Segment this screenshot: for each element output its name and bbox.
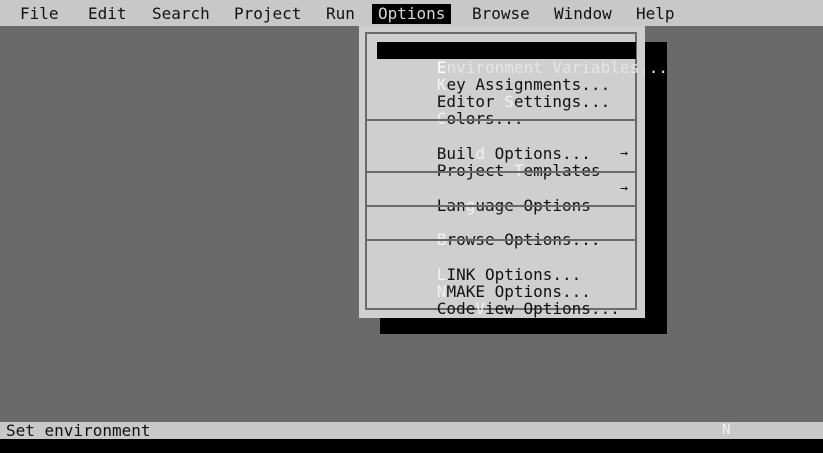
menu-run[interactable]: Run [320,4,361,24]
menu-file[interactable]: File [14,4,65,24]
menu-help[interactable]: Help [630,4,681,24]
menu-item-browse-options[interactable]: Browse Options... [377,214,636,248]
status-bar: Set environment N [0,422,823,439]
menu-item-key-assignments[interactable]: Key Assignments... [377,59,636,93]
menu-item-environment-variables[interactable]: Environment Variables... [377,42,668,76]
menu-item-language-options[interactable]: Language Options → [377,180,636,214]
menu-search[interactable]: Search [146,4,216,24]
menu-separator [367,239,637,241]
menu-browse[interactable]: Browse [466,4,536,24]
menu-item-link-options[interactable]: LINK Options... [377,249,636,283]
menu-item-label-prefix: Code [436,299,476,318]
menu-project[interactable]: Project [228,4,307,24]
menu-options[interactable]: Options [372,4,452,24]
bottom-strip [0,439,823,453]
status-message: Set environment [6,421,151,440]
menu-item-nmake-options[interactable]: NMAKE Options... [377,266,636,300]
menu-edit[interactable]: Edit [82,4,133,24]
hotkey-letter: V [475,299,485,318]
menu-separator [367,171,637,173]
menu-item-project-templates[interactable]: Project Templates → [377,145,636,179]
menu-item-codeview-options[interactable]: CodeView Options... [377,283,636,317]
menu-window[interactable]: Window [548,4,618,24]
submenu-arrow-icon: → [620,146,628,161]
status-indicator: N [722,422,731,438]
menu-separator [367,205,637,207]
submenu-arrow-icon: → [620,181,628,196]
options-dropdown-menu: Environment Variables... Key Assignments… [359,26,668,318]
menu-separator [367,119,637,121]
ide-screen: File Edit Search Project Run Options Bro… [0,0,823,453]
menu-item-editor-settings[interactable]: Editor Settings... [377,76,636,110]
menu-item-label: iew Options... [484,299,620,318]
menu-item-colors[interactable]: Colors... [377,93,636,127]
menu-item-build-options[interactable]: Build Options... [377,128,636,162]
menu-bar: File Edit Search Project Run Options Bro… [0,0,823,26]
